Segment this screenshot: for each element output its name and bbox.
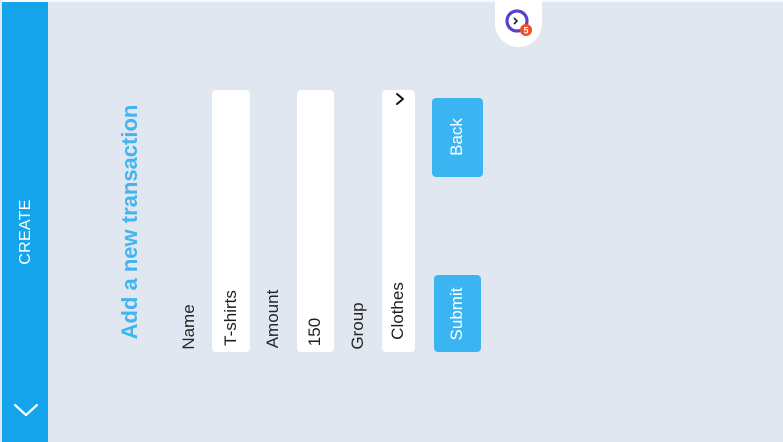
stopwatch-icon: 5: [505, 9, 532, 36]
name-label: Name: [179, 304, 198, 350]
amount-input[interactable]: 150: [297, 90, 334, 352]
group-select[interactable]: Clothes: [382, 90, 415, 352]
back-button-label: Back: [447, 118, 466, 156]
amount-value: 150: [305, 317, 324, 347]
chevron-down-icon[interactable]: [13, 402, 39, 418]
timer-fab[interactable]: 5: [495, 0, 542, 47]
sidebar-title: CREATE: [17, 199, 34, 265]
submit-button[interactable]: Submit: [434, 275, 481, 352]
screen: CREATE 5 Add a new transaction Name T-sh…: [0, 0, 783, 442]
status-strip: [0, 0, 783, 2]
submit-button-label: Submit: [447, 287, 466, 341]
sidebar: CREATE: [2, 2, 48, 442]
badge-count: 5: [523, 26, 528, 36]
name-value: T-shirts: [221, 290, 240, 346]
chevron-down-icon: [396, 93, 404, 105]
back-button[interactable]: Back: [432, 98, 483, 177]
amount-label: Amount: [263, 289, 282, 349]
group-label: Group: [348, 302, 367, 350]
group-value: Clothes: [388, 282, 407, 340]
form-title: Add a new transaction: [117, 104, 142, 340]
name-input[interactable]: T-shirts: [212, 90, 250, 352]
